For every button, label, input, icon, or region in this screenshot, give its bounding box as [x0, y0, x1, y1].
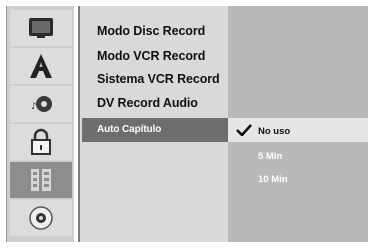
icon-slot-general[interactable] — [10, 10, 72, 46]
menu-item-dv-record-audio[interactable]: DV Record Audio — [97, 96, 198, 110]
svg-text:♪: ♪ — [31, 102, 37, 112]
audio-disc-icon: ♪ — [31, 96, 52, 112]
checkmark-icon — [236, 124, 252, 136]
icon-slot-recording[interactable] — [10, 162, 72, 198]
record-film-icon — [31, 169, 51, 191]
disc-icon — [29, 206, 53, 230]
letter-a-icon — [30, 54, 52, 78]
option-no-uso[interactable]: No uso — [258, 126, 290, 137]
menu-item-sistema-vcr-record[interactable]: Sistema VCR Record — [97, 72, 220, 86]
menu-item-modo-vcr-record[interactable]: Modo VCR Record — [97, 49, 205, 63]
option-5-min[interactable]: 5 Min — [258, 151, 282, 162]
option-10-min[interactable]: 10 Min — [258, 174, 288, 185]
icon-slot-language[interactable] — [10, 48, 72, 84]
icon-slot-lock[interactable] — [10, 124, 72, 160]
icon-slot-disc[interactable] — [10, 200, 72, 236]
setup-menu-screen: ♪ Modo Disc Record Modo VCR Record Siste… — [0, 0, 374, 248]
icon-column: ♪ — [6, 6, 75, 242]
menu-item-modo-disc-record[interactable]: Modo Disc Record — [97, 24, 205, 38]
padlock-icon — [31, 128, 51, 155]
menu-item-auto-capitulo[interactable]: Auto Capítulo — [97, 124, 161, 135]
icon-slot-audio[interactable]: ♪ — [10, 86, 72, 122]
monitor-icon — [29, 18, 53, 38]
